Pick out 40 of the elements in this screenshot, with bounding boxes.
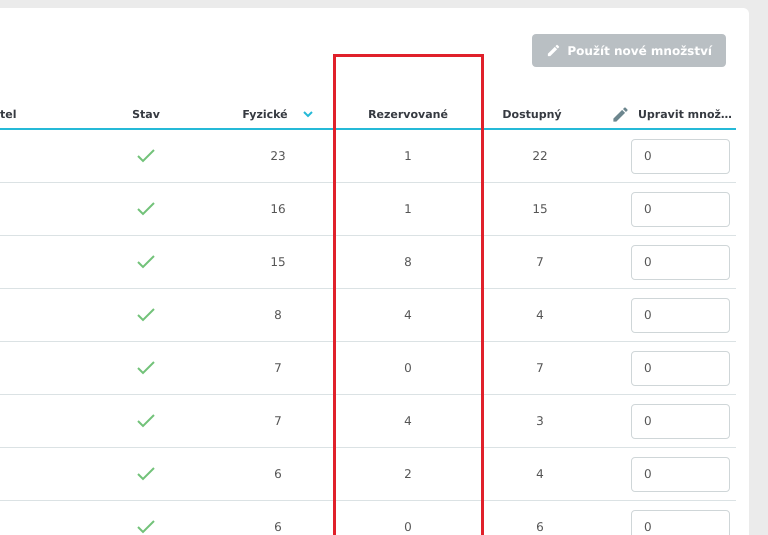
table-cell: 7 [536, 255, 544, 269]
table-cell: 2 [404, 467, 412, 481]
column-header[interactable]: Stav [132, 108, 160, 120]
quantity-input[interactable]: 0 [631, 510, 730, 535]
table-cell: 15 [270, 255, 286, 269]
table-cell: 1 [404, 149, 412, 163]
column-header[interactable]: Fyzické [242, 108, 288, 120]
quantity-input[interactable]: 0 [631, 456, 730, 492]
quantity-input[interactable]: 0 [631, 192, 730, 226]
table-cell: 1 [404, 202, 412, 216]
column-header[interactable]: Rezervované [368, 108, 448, 120]
table-cell: 4 [536, 467, 544, 481]
table-cell: 23 [270, 149, 286, 163]
quantity-input[interactable]: 0 [631, 404, 730, 438]
quantity-input[interactable]: 0 [631, 350, 730, 386]
table-cell: 4 [536, 308, 544, 322]
table-cell: 4 [404, 308, 412, 322]
table-cell: 6 [536, 520, 544, 534]
table-cell: 8 [274, 308, 282, 322]
table-cell: 7 [536, 361, 544, 375]
table-cell: 7 [274, 361, 282, 375]
quantity-input[interactable]: 0 [631, 298, 730, 332]
chevron-down-icon[interactable] [302, 110, 314, 118]
table-cell: 4 [404, 414, 412, 428]
quantity-input[interactable]: 0 [631, 138, 730, 174]
table-cell: 0 [404, 361, 412, 375]
table-cell: 16 [270, 202, 286, 216]
table-cell: 22 [532, 149, 548, 163]
pencil-icon [546, 43, 562, 58]
table-cell: 6 [274, 467, 282, 481]
table-cell: 6 [274, 520, 282, 534]
column-header[interactable]: Upravit množ… [638, 108, 732, 120]
column-header[interactable]: tel [0, 108, 16, 120]
quantity-input[interactable]: 0 [631, 244, 730, 280]
column-header[interactable]: Dostupný [502, 108, 562, 120]
table-cell: 3 [536, 414, 544, 428]
table-cell: 8 [404, 255, 412, 269]
table-cell: 15 [532, 202, 548, 216]
table-cell: 7 [274, 414, 282, 428]
table-cell: 0 [404, 520, 412, 534]
